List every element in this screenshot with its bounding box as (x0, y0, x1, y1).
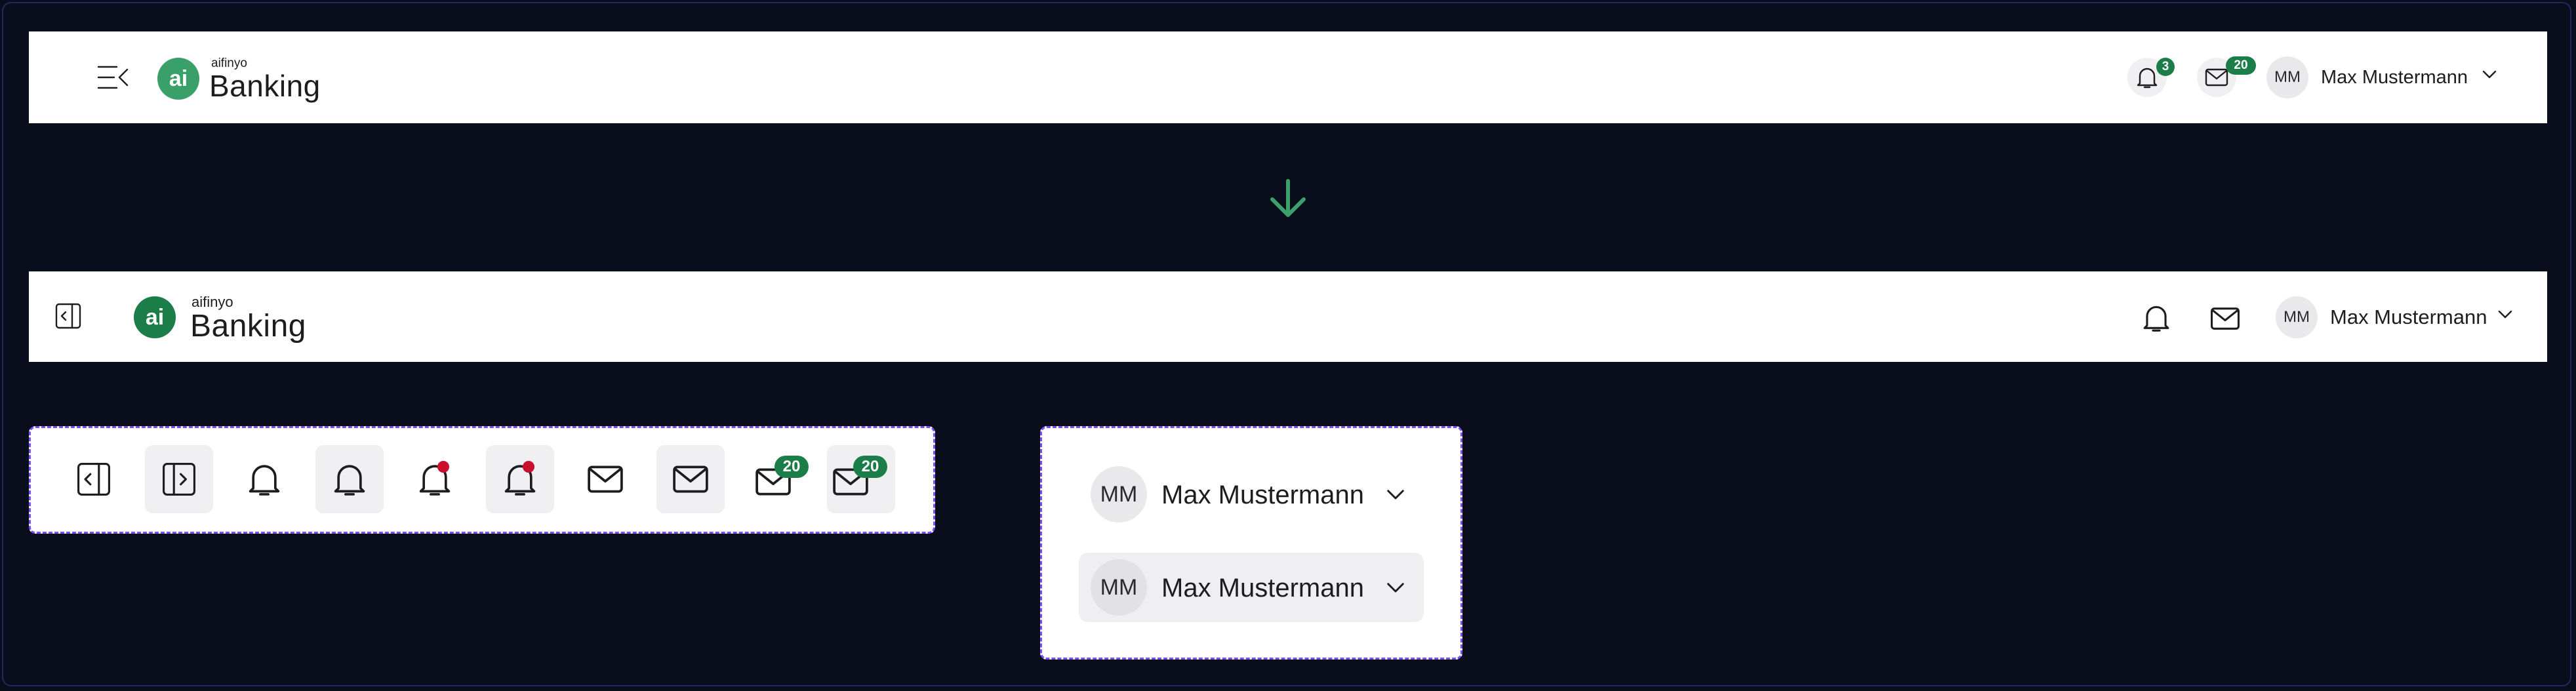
bell-icon (2136, 66, 2158, 89)
messages-badge: 20 (853, 456, 887, 478)
avatar[interactable]: MM (2276, 296, 2318, 338)
brand-logo-glyph: ai (145, 304, 165, 330)
sidebar-toggle-icon[interactable] (55, 303, 81, 329)
chevron-down-icon[interactable] (2497, 309, 2513, 320)
bell-icon[interactable] (2142, 303, 2171, 333)
chevron-down-icon[interactable] (2482, 69, 2497, 80)
user-name[interactable]: Max Mustermann (2330, 306, 2487, 329)
notifications-badge: 3 (2156, 58, 2175, 76)
avatar-initials: MM (1100, 481, 1138, 507)
mail-icon[interactable] (2210, 307, 2240, 330)
brand-logo[interactable]: ai (134, 296, 176, 338)
mail-icon (672, 465, 709, 494)
menu-collapse-icon[interactable] (97, 64, 130, 90)
messages-default[interactable] (571, 445, 639, 513)
notifications-hover[interactable] (315, 445, 384, 513)
new-header: ai aifinyo Banking MM Max Mustermann (29, 271, 2547, 362)
messages-badge: 20 (2226, 56, 2256, 75)
unread-dot (523, 461, 534, 473)
unread-dot (437, 461, 449, 473)
brand-title: Banking (209, 69, 321, 103)
messages-badge: 20 (775, 456, 809, 478)
mail-icon (2205, 68, 2228, 87)
user-menu-states-panel: MM Max Mustermann MM Max Mustermann (1040, 426, 1462, 660)
bell-icon (247, 461, 281, 498)
avatar-initials: MM (2274, 68, 2301, 86)
avatar[interactable]: MM (2266, 56, 2308, 98)
user-name: Max Mustermann (1161, 481, 1364, 509)
avatar-initials: MM (2284, 308, 2310, 326)
user-menu-hover[interactable]: MM Max Mustermann (1079, 553, 1424, 622)
sidebar-toggle-icon (77, 462, 111, 496)
messages-unread-default[interactable]: 20 (742, 445, 810, 513)
notifications-default[interactable] (230, 445, 298, 513)
user-name: Max Mustermann (1161, 574, 1364, 602)
notifications-unread-default[interactable] (401, 445, 469, 513)
brand-title: Banking (190, 309, 306, 344)
avatar-initials: MM (1100, 574, 1138, 600)
icon-states-panel: 20 20 (29, 426, 935, 534)
chevron-down-icon (1386, 488, 1405, 502)
notifications-unread-hover[interactable] (486, 445, 554, 513)
sidebar-toggle-icon (162, 462, 196, 496)
messages-hover[interactable] (656, 445, 725, 513)
old-header: ai aifinyo Banking 3 20 MM Max Musterman… (29, 31, 2547, 123)
bell-icon (332, 461, 367, 498)
brand-logo-glyph: ai (169, 66, 188, 91)
messages-unread-hover[interactable]: 20 (827, 445, 895, 513)
user-menu-default[interactable]: MM Max Mustermann (1079, 460, 1424, 529)
brand-logo[interactable]: ai (157, 58, 199, 100)
chevron-down-icon (1386, 582, 1405, 595)
sidebar-toggle-hover[interactable] (145, 445, 213, 513)
arrow-down-icon (1267, 177, 1309, 219)
mail-icon (587, 465, 624, 494)
user-name[interactable]: Max Mustermann (2321, 67, 2468, 89)
avatar: MM (1091, 559, 1147, 616)
sidebar-toggle-default[interactable] (60, 445, 128, 513)
avatar: MM (1091, 466, 1147, 523)
